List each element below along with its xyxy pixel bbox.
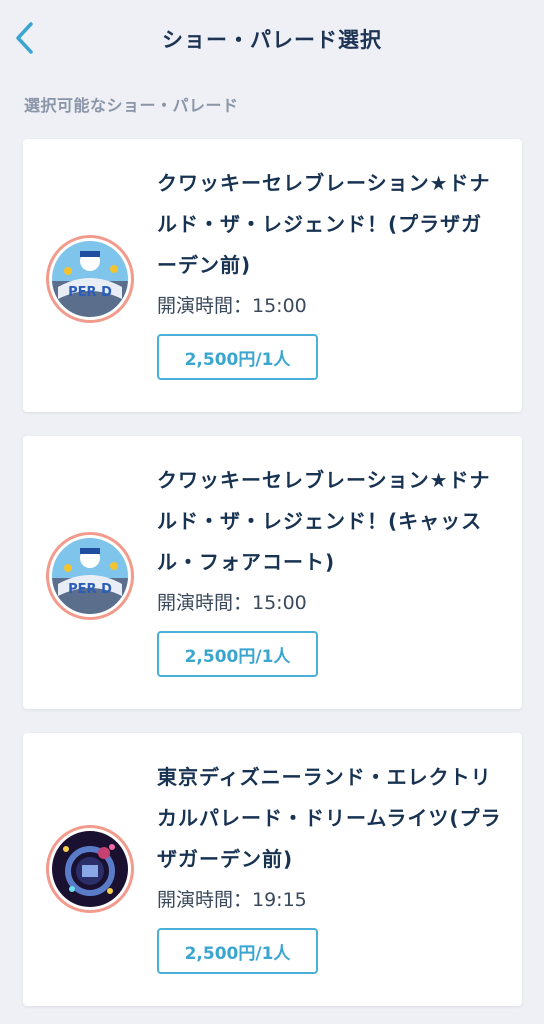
price-button[interactable]: 2,500円/1人 [157,928,318,974]
show-thumbnail: PER D [46,532,134,620]
chevron-left-icon [16,22,33,54]
show-time: 開演時間：15:00 [157,592,307,614]
show-card[interactable]: PER D クワッキーセレブレーション★ドナルド・ザ・レジェンド！(プラザガーデ… [23,139,522,412]
show-thumbnail [46,825,134,913]
section-label: 選択可能なショー・パレード [24,96,239,115]
price-button[interactable]: 2,500円/1人 [157,334,318,380]
back-button[interactable] [8,18,40,58]
show-name: クワッキーセレブレーション★ドナルド・ザ・レジェンド！(プラザガーデン前) [157,171,491,277]
svg-text:PER D: PER D [68,285,112,300]
show-time: 開演時間：15:00 [157,295,307,317]
show-card[interactable]: 東京ディズニーランド・エレクトリカルパレード・ドリームライツ(プラザガーデン前)… [23,733,522,1006]
header-bar: ショー・パレード選択 [0,0,544,78]
show-card[interactable]: PER D クワッキーセレブレーション★ドナルド・ザ・レジェンド！(キャッスル・… [23,436,522,709]
show-thumbnail: PER D [46,235,134,323]
show-name: 東京ディズニーランド・エレクトリカルパレード・ドリームライツ(プラザガーデン前) [157,765,502,871]
page-title: ショー・パレード選択 [162,28,382,52]
show-name: クワッキーセレブレーション★ドナルド・ザ・レジェンド！(キャッスル・フォアコート… [157,468,491,574]
price-button[interactable]: 2,500円/1人 [157,631,318,677]
show-time: 開演時間：19:15 [157,889,307,911]
svg-text:PER D: PER D [68,582,112,597]
